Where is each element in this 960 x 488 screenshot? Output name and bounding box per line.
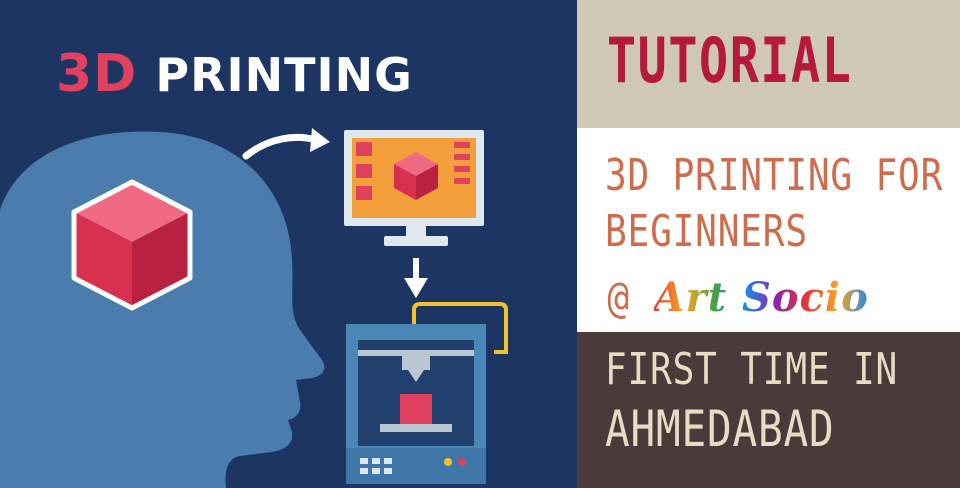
- 3d-printer-icon: [346, 302, 508, 484]
- art-socio-logo: Art Socio: [654, 274, 869, 321]
- tutorial-heading: TUTORIAL: [607, 24, 853, 97]
- text-panel: TUTORIAL 3D PRINTING FOR BEGINNERS @ Art…: [577, 0, 960, 488]
- footer-line-1: FIRST TIME IN: [605, 344, 899, 395]
- poster: 3D PRINTING TUTORIAL 3D PRINTING FOR BEG…: [0, 0, 960, 488]
- at-symbol: @: [607, 272, 630, 323]
- header-band: TUTORIAL: [577, 0, 960, 128]
- curved-arrow-icon: [242, 128, 330, 160]
- title-3d: 3D: [56, 44, 138, 104]
- course-title-line-1: 3D PRINTING FOR: [605, 150, 944, 201]
- down-arrow-icon: [404, 258, 428, 298]
- course-title-line-2: BEGINNERS: [605, 206, 808, 257]
- head-silhouette-icon: [0, 131, 325, 488]
- title-printing: PRINTING: [155, 48, 413, 102]
- footer-line-2: AHMEDABAD: [605, 400, 835, 458]
- illustration-title: 3D PRINTING: [56, 44, 413, 104]
- brand-name: Art Socio: [653, 274, 869, 321]
- cube-icon: [71, 179, 193, 311]
- venue-row: @ Art Socio: [605, 272, 869, 323]
- monitor-icon: [344, 130, 484, 246]
- illustration-panel: 3D PRINTING: [0, 0, 577, 488]
